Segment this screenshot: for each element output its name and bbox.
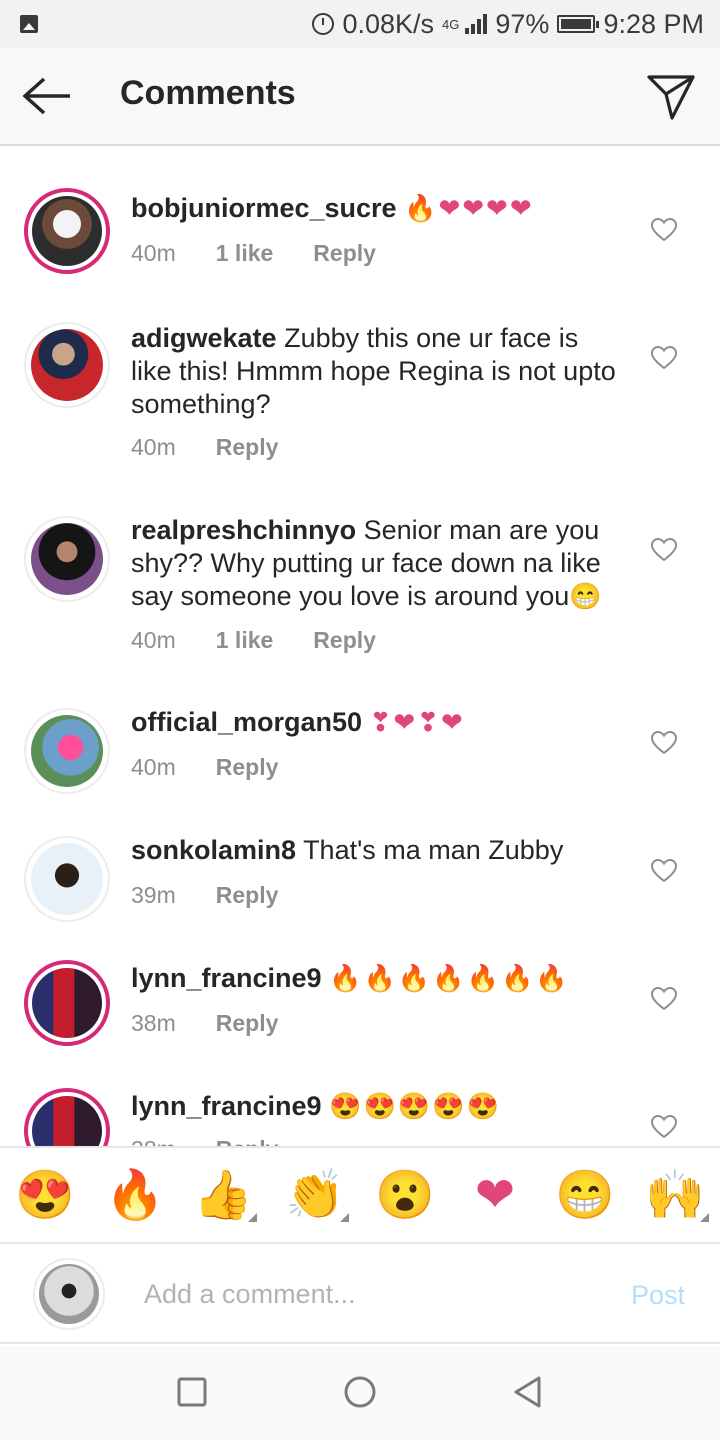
comment-time: 40m: [131, 240, 176, 266]
heart-emoji-button[interactable]: ❤: [465, 1166, 525, 1226]
like-heart-icon[interactable]: [651, 731, 677, 755]
skin-tone-indicator-icon: [340, 1213, 349, 1222]
paper-plane-icon: [647, 75, 695, 120]
comment-time: 39m: [131, 882, 176, 908]
like-heart-icon[interactable]: [651, 538, 677, 562]
battery-icon: [557, 15, 600, 33]
clap-emoji: 👏: [285, 1169, 345, 1222]
comment-username[interactable]: adigwekate: [131, 323, 277, 353]
back-button[interactable]: [22, 76, 72, 116]
comment-emoji: ❣❤❣❤: [369, 707, 465, 737]
like-heart-icon[interactable]: [651, 1115, 677, 1139]
comment-meta: 40m 1 like Reply: [131, 627, 376, 654]
comment-emoji: 😍😍😍😍😍: [329, 1091, 501, 1121]
comment-input[interactable]: [144, 1272, 584, 1316]
status-bar: 0.08K/s 4G 97% 9:28 PM: [0, 0, 720, 48]
reply-button[interactable]: Reply: [216, 754, 279, 781]
reply-button[interactable]: Reply: [216, 1010, 279, 1037]
comment-text: realpreshchinnyo Senior man are you shy?…: [131, 514, 621, 613]
like-heart-icon[interactable]: [651, 346, 677, 370]
comment-composer: Post: [0, 1244, 720, 1344]
comment-list[interactable]: bobjuniormec_sucre 🔥❤❤❤❤ 40m 1 like Repl…: [0, 146, 720, 1146]
my-avatar: [33, 1258, 105, 1330]
avatar[interactable]: [24, 836, 110, 922]
home-icon[interactable]: [342, 1374, 378, 1410]
comment-meta: 40m Reply: [131, 754, 278, 781]
thumbs-up-emoji-button[interactable]: 👍: [193, 1166, 257, 1226]
avatar[interactable]: [24, 516, 110, 602]
comment-time: 40m: [131, 754, 176, 780]
comment-text: sonkolamin8 That's ma man Zubby: [131, 834, 621, 867]
skin-tone-indicator-icon: [700, 1213, 709, 1222]
comment-meta: 40m 1 like Reply: [131, 240, 376, 267]
comment-emoji: 😁: [569, 581, 604, 611]
recent-apps-icon[interactable]: [174, 1374, 210, 1410]
comment-username[interactable]: realpreshchinnyo: [131, 515, 356, 545]
gallery-notification-icon: [20, 15, 38, 33]
comment-text: lynn_francine9 🔥🔥🔥🔥🔥🔥🔥: [131, 962, 621, 995]
comment-meta: 38m Reply: [131, 1136, 278, 1146]
comment-text: adigwekate Zubby this one ur face is lik…: [131, 322, 621, 421]
reply-button[interactable]: Reply: [313, 240, 376, 267]
alarm-icon: [312, 13, 335, 35]
status-bar-right: 0.08K/s 4G 97% 9:28 PM: [312, 6, 704, 42]
net-speed: 0.08K/s: [342, 8, 435, 39]
comment-meta: 40m Reply: [131, 434, 278, 461]
like-heart-icon[interactable]: [651, 859, 677, 883]
comment-text: lynn_francine9 😍😍😍😍😍: [131, 1090, 621, 1123]
comment-likes-link[interactable]: 1 like: [216, 240, 274, 267]
like-heart-icon[interactable]: [651, 987, 677, 1011]
comment-emoji: 🔥🔥🔥🔥🔥🔥🔥: [329, 963, 570, 993]
heart-eyes-emoji-button[interactable]: 😍: [15, 1166, 75, 1226]
avatar[interactable]: [24, 1088, 110, 1146]
avatar[interactable]: [24, 708, 110, 794]
network-type-label: 4G: [442, 16, 460, 32]
comment-username[interactable]: lynn_francine9: [131, 1091, 322, 1121]
comment-meta: 38m Reply: [131, 1010, 278, 1037]
reply-button[interactable]: Reply: [216, 434, 279, 461]
comment-username[interactable]: official_morgan50: [131, 707, 362, 737]
reply-button[interactable]: Reply: [216, 1136, 279, 1146]
comment-time: 38m: [131, 1136, 176, 1146]
comment-body: That's ma man Zubby: [303, 835, 564, 865]
comment-time: 40m: [131, 434, 176, 460]
clap-emoji-button[interactable]: 👏: [285, 1166, 349, 1226]
comment-likes-link[interactable]: 1 like: [216, 627, 274, 654]
emoji-reaction-bar: 😍 🔥 👍 👏 😮 ❤ 😁 🙌: [0, 1146, 720, 1244]
signal-icon: [465, 14, 488, 34]
comment-text: official_morgan50 ❣❤❣❤: [131, 706, 621, 739]
reply-button[interactable]: Reply: [216, 882, 279, 909]
post-button[interactable]: Post: [631, 1280, 685, 1311]
comments-header: Comments: [0, 48, 720, 146]
skin-tone-indicator-icon: [248, 1213, 257, 1222]
share-button[interactable]: [646, 72, 696, 122]
raised-hands-emoji: 🙌: [645, 1169, 705, 1222]
network-type: 4G: [442, 18, 459, 31]
comment-username[interactable]: sonkolamin8: [131, 835, 296, 865]
thumbs-up-emoji: 👍: [193, 1169, 253, 1222]
clock-time: 9:28 PM: [603, 8, 704, 39]
back-nav-icon[interactable]: [510, 1374, 546, 1410]
battery-percent: 97%: [495, 8, 550, 39]
page-title: Comments: [120, 74, 296, 112]
comment-emoji: 🔥❤❤❤❤: [404, 193, 534, 223]
raised-hands-emoji-button[interactable]: 🙌: [645, 1166, 709, 1226]
comment-text: bobjuniormec_sucre 🔥❤❤❤❤: [131, 192, 621, 225]
comment-meta: 39m Reply: [131, 882, 278, 909]
comment-username[interactable]: lynn_francine9: [131, 963, 322, 993]
grin-emoji-button[interactable]: 😁: [555, 1166, 615, 1226]
arrow-left-icon: [22, 77, 70, 115]
avatar[interactable]: [24, 322, 110, 408]
avatar[interactable]: [24, 960, 110, 1046]
reply-button[interactable]: Reply: [313, 627, 376, 654]
comment-username[interactable]: bobjuniormec_sucre: [131, 193, 397, 223]
comment-time: 38m: [131, 1010, 176, 1036]
avatar[interactable]: [24, 188, 110, 274]
system-nav-bar: [0, 1346, 720, 1440]
fire-emoji-button[interactable]: 🔥: [105, 1166, 165, 1226]
like-heart-icon[interactable]: [651, 218, 677, 242]
comment-time: 40m: [131, 627, 176, 653]
surprised-emoji-button[interactable]: 😮: [375, 1166, 435, 1226]
